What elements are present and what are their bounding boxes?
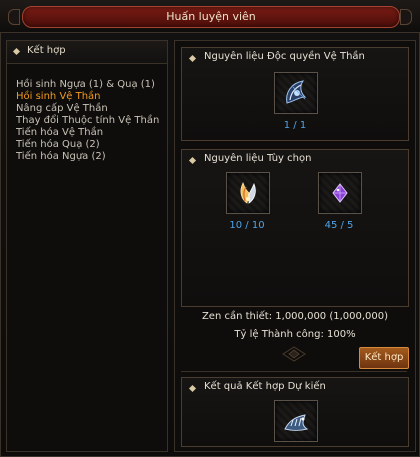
expected-result-label: Kết quả Kết hợp Dự kiến — [204, 381, 326, 392]
optional-materials-box: Nguyên liệu Tùy chọn 10 / 10 45 / 5 — [181, 149, 409, 307]
purple-crystal-icon — [332, 183, 348, 203]
optional-material-slot-1[interactable] — [226, 172, 270, 214]
title-bar-right-cap — [400, 9, 412, 25]
recipe-item-evolve-raven[interactable]: Tiến hóa Quạ (2) — [16, 139, 159, 151]
exclusive-material-slot[interactable] — [274, 72, 318, 114]
fire-wing-icon — [240, 181, 256, 204]
recipe-item-upgrade-guardian[interactable]: Nâng cấp Vệ Thần — [16, 103, 159, 115]
section-divider — [181, 371, 407, 372]
recipe-item-revive-horse-raven[interactable]: Hồi sinh Ngựa (1) & Quạ (1) — [16, 79, 159, 91]
title-bar: Huấn luyện viên — [0, 0, 420, 33]
expected-result-slot[interactable] — [274, 400, 318, 442]
optional-materials-label: Nguyên liệu Tùy chọn — [204, 153, 312, 164]
recipe-panel-title: Kết hợp — [27, 45, 66, 56]
combine-button[interactable]: Kết hợp — [359, 347, 409, 369]
exclusive-material-count: 1 / 1 — [283, 120, 307, 131]
recipe-item-evolve-horse[interactable]: Tiến hóa Ngựa (2) — [16, 151, 159, 163]
ornament-icon — [282, 346, 306, 362]
zen-required-text: Zen cần thiết: 1,000,000 (1,000,000) — [201, 311, 389, 322]
diamond-bullet-icon — [12, 47, 21, 56]
diamond-bullet-icon — [188, 384, 197, 393]
title-bar-left-cap — [8, 9, 20, 25]
recipe-list: Hồi sinh Ngựa (1) & Quạ (1) Hồi sinh Vệ … — [16, 79, 159, 163]
recipe-item-revive-guardian[interactable]: Hồi sinh Vệ Thần — [16, 91, 159, 103]
guardian-pet-icon — [284, 414, 309, 431]
recipe-item-evolve-guardian[interactable]: Tiến hóa Vệ Thần — [16, 127, 159, 139]
recipe-panel-header: Kết hợp — [7, 41, 167, 64]
diamond-bullet-icon — [188, 54, 197, 63]
combination-panel: Nguyên liệu Độc quyền Vệ Thần 1 / 1 Nguy… — [174, 40, 416, 452]
window-title: Huấn luyện viên — [22, 6, 400, 28]
recipe-panel: Kết hợp Hồi sinh Ngựa (1) & Quạ (1) Hồi … — [6, 40, 168, 452]
exclusive-materials-box: Nguyên liệu Độc quyền Vệ Thần 1 / 1 — [181, 47, 409, 141]
optional-material-slot-2[interactable] — [318, 172, 362, 214]
recipe-item-change-guardian-attribute[interactable]: Thay đổi Thuộc tính Vệ Thần — [16, 115, 159, 127]
exclusive-materials-label: Nguyên liệu Độc quyền Vệ Thần — [204, 51, 365, 62]
optional-material-count-1: 10 / 10 — [229, 220, 265, 231]
guardian-wing-icon — [286, 80, 307, 104]
success-rate-text: Tỷ lệ Thành công: 100% — [234, 329, 356, 340]
diamond-bullet-icon — [188, 156, 197, 165]
optional-material-count-2: 45 / 5 — [324, 220, 354, 231]
expected-result-box: Kết quả Kết hợp Dự kiến — [181, 377, 409, 447]
